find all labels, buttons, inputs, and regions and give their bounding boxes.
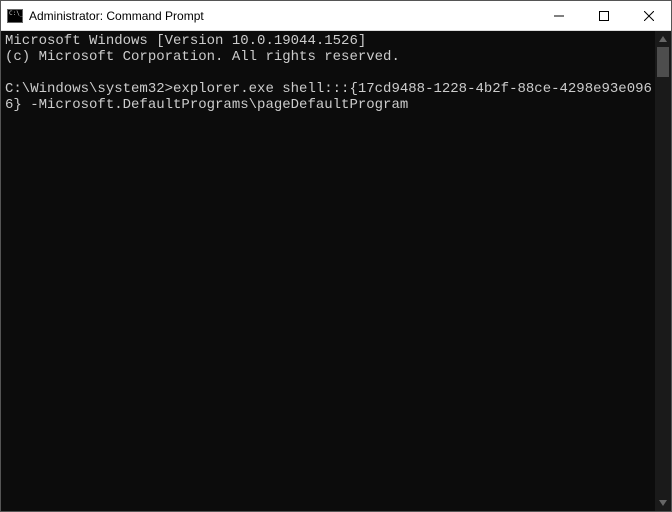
scroll-thumb[interactable] (657, 47, 669, 77)
window-controls (536, 1, 671, 30)
terminal-line (5, 65, 655, 81)
close-button[interactable] (626, 1, 671, 30)
scrollbar[interactable] (655, 31, 671, 511)
terminal-area: Microsoft Windows [Version 10.0.19044.15… (1, 31, 671, 511)
scroll-down-button[interactable] (655, 495, 671, 511)
cmd-icon (7, 9, 23, 23)
window-title: Administrator: Command Prompt (29, 9, 536, 23)
terminal-output[interactable]: Microsoft Windows [Version 10.0.19044.15… (1, 31, 655, 511)
terminal-line: C:\Windows\system32>explorer.exe shell::… (5, 81, 655, 113)
terminal-line: Microsoft Windows [Version 10.0.19044.15… (5, 33, 655, 49)
titlebar: Administrator: Command Prompt (1, 1, 671, 31)
cmd-window: Administrator: Command Prompt Microsoft … (0, 0, 672, 512)
scroll-up-button[interactable] (655, 31, 671, 47)
terminal-line: (c) Microsoft Corporation. All rights re… (5, 49, 655, 65)
minimize-button[interactable] (536, 1, 581, 30)
maximize-button[interactable] (581, 1, 626, 30)
